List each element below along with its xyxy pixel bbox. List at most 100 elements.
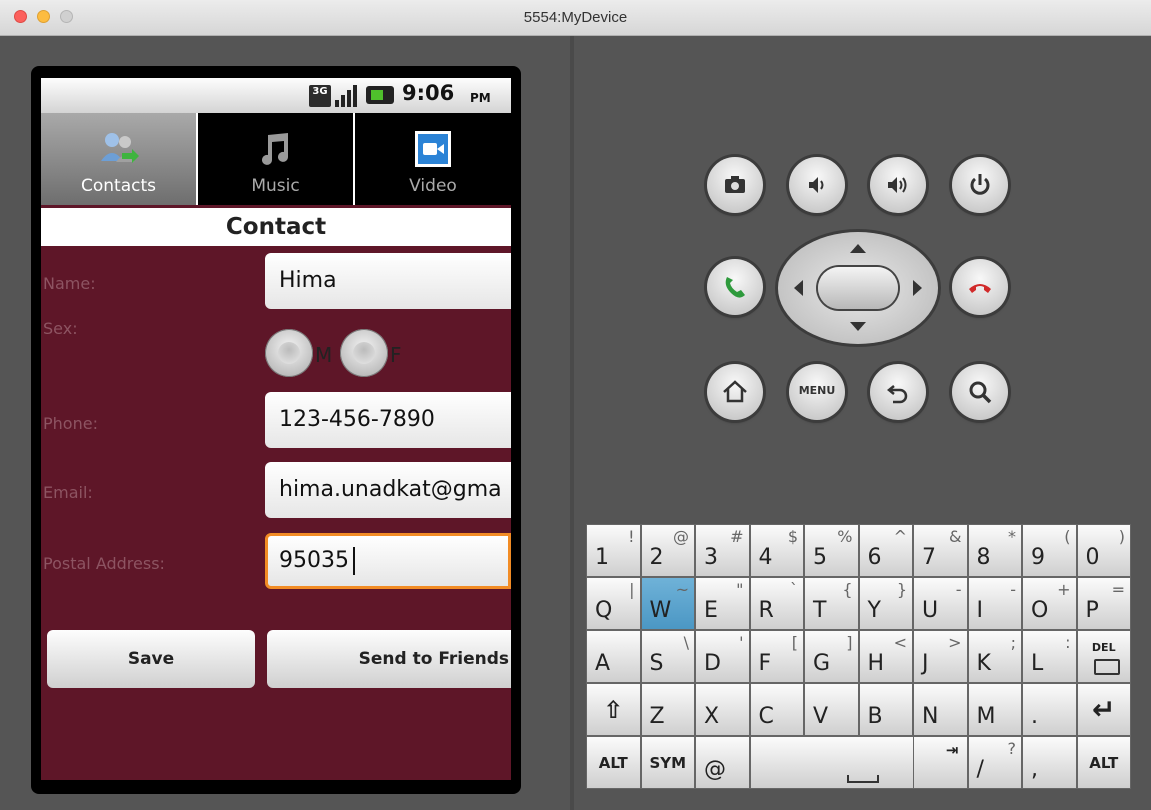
power-button[interactable] bbox=[952, 157, 1008, 213]
tab-key[interactable]: ⇥ bbox=[913, 736, 968, 789]
key-g[interactable]: G] bbox=[804, 630, 859, 683]
key-k[interactable]: K; bbox=[967, 630, 1022, 683]
key-p-label: P bbox=[1085, 598, 1099, 623]
key-0[interactable]: 0) bbox=[1076, 524, 1131, 577]
email-input[interactable]: hima.unadkat@gma bbox=[265, 462, 511, 518]
dpad-down-icon[interactable] bbox=[850, 322, 866, 331]
key-d[interactable]: D ' bbox=[695, 630, 750, 683]
key-t[interactable]: T{ bbox=[804, 577, 859, 630]
key-1-alt-label: ! bbox=[628, 527, 635, 546]
status-time: 9:06 bbox=[402, 81, 455, 105]
key-u-label: U bbox=[922, 598, 939, 623]
key-x[interactable]: X bbox=[695, 683, 750, 736]
volume-down-button[interactable] bbox=[789, 157, 845, 213]
key-z[interactable]: Z bbox=[640, 683, 695, 736]
key-i[interactable]: I- bbox=[967, 577, 1022, 630]
key-0-label: 0 bbox=[1085, 545, 1100, 570]
sex-radio-f[interactable] bbox=[340, 329, 388, 377]
dpad[interactable] bbox=[778, 232, 938, 344]
postal-address-input[interactable]: 95035 bbox=[265, 533, 511, 589]
name-input[interactable]: Hima bbox=[265, 253, 511, 309]
key-at[interactable]: @ bbox=[695, 736, 750, 789]
key-5[interactable]: 5% bbox=[804, 524, 859, 577]
key-p[interactable]: P = bbox=[1076, 577, 1131, 630]
sym-key[interactable]: SYM bbox=[640, 736, 695, 789]
key-s[interactable]: S \ bbox=[640, 630, 695, 683]
key-c-label: C bbox=[758, 704, 774, 729]
volume-up-button[interactable] bbox=[870, 157, 926, 213]
camera-button[interactable] bbox=[707, 157, 763, 213]
key-2[interactable]: 2 @ bbox=[640, 524, 695, 577]
key-a[interactable]: A bbox=[586, 630, 641, 683]
key-b[interactable]: B bbox=[858, 683, 913, 736]
alt-right-key-label: ALT bbox=[1089, 753, 1119, 772]
search-icon bbox=[969, 381, 992, 404]
key-period[interactable]: . bbox=[1022, 683, 1077, 736]
key-4[interactable]: 4 $ bbox=[749, 524, 804, 577]
key-9[interactable]: 9( bbox=[1022, 524, 1077, 577]
home-button[interactable] bbox=[707, 364, 763, 420]
dpad-center-button[interactable] bbox=[818, 267, 898, 309]
end-call-button[interactable] bbox=[952, 259, 1008, 315]
key-c[interactable]: C bbox=[749, 683, 804, 736]
sex-radio-m-label: M bbox=[315, 343, 333, 367]
key-j-label: J bbox=[922, 651, 929, 676]
tab-music[interactable]: Music bbox=[198, 113, 355, 205]
phone-call-icon bbox=[725, 277, 745, 298]
alt-right-key[interactable]: ALT bbox=[1076, 736, 1131, 789]
shift-key[interactable]: ⇧ bbox=[586, 683, 641, 736]
delete-key[interactable]: DEL bbox=[1076, 630, 1131, 683]
backspace-icon bbox=[1093, 659, 1120, 675]
phone-screen: 3G 9:06 PM Contacts Music Video Contact … bbox=[41, 78, 511, 780]
phone-input[interactable]: 123-456-7890 bbox=[265, 392, 511, 448]
key-v[interactable]: V bbox=[804, 683, 859, 736]
key-r[interactable]: R ` bbox=[749, 577, 804, 630]
key-l[interactable]: L: bbox=[1022, 630, 1077, 683]
key-v-label: V bbox=[813, 704, 829, 729]
key-7-label: 7 bbox=[922, 545, 936, 570]
key-n[interactable]: N bbox=[913, 683, 968, 736]
key-w[interactable]: W ~ bbox=[640, 577, 695, 630]
tab-video[interactable]: Video bbox=[355, 113, 511, 205]
key-3[interactable]: 3 # bbox=[695, 524, 750, 577]
dpad-left-icon[interactable] bbox=[794, 280, 803, 296]
tab-contacts[interactable]: Contacts bbox=[41, 113, 198, 205]
dpad-right-icon[interactable] bbox=[913, 280, 922, 296]
key-g-label: G bbox=[813, 651, 831, 676]
back-button[interactable] bbox=[870, 364, 926, 420]
send-to-friends-button[interactable]: Send to Friends bbox=[267, 630, 511, 688]
key-comma[interactable]: , bbox=[1022, 736, 1077, 789]
key-y[interactable]: Y} bbox=[858, 577, 913, 630]
enter-key[interactable]: ↵ bbox=[1076, 683, 1131, 736]
key-f[interactable]: F[ bbox=[749, 630, 804, 683]
phone-label: Phone: bbox=[43, 414, 98, 433]
save-button[interactable]: Save bbox=[47, 630, 255, 688]
dpad-up-icon[interactable] bbox=[850, 244, 866, 253]
key-f-alt-label: [ bbox=[791, 633, 798, 652]
key-1[interactable]: 1! bbox=[586, 524, 641, 577]
key-slash[interactable]: /? bbox=[967, 736, 1022, 789]
key-8[interactable]: 8 * bbox=[967, 524, 1022, 577]
key-7[interactable]: 7 & bbox=[913, 524, 968, 577]
key-6[interactable]: 6 ^ bbox=[858, 524, 913, 577]
search-button[interactable] bbox=[952, 364, 1008, 420]
key-h-label: H bbox=[867, 651, 885, 676]
key-o[interactable]: O + bbox=[1022, 577, 1077, 630]
text-cursor bbox=[353, 547, 355, 575]
key-4-alt-label: $ bbox=[787, 527, 798, 546]
tab-arrow-icon: ⇥ bbox=[945, 741, 959, 759]
key-i-alt-label: - bbox=[1010, 580, 1016, 599]
key-j[interactable]: J > bbox=[913, 630, 968, 683]
key-u[interactable]: U- bbox=[913, 577, 968, 630]
alt-key[interactable]: ALT bbox=[586, 736, 641, 789]
key-5-label: 5 bbox=[813, 545, 827, 570]
sex-radio-m[interactable] bbox=[265, 329, 313, 377]
key-l-label: L bbox=[1031, 651, 1044, 676]
call-button[interactable] bbox=[707, 259, 763, 315]
key-m[interactable]: M bbox=[967, 683, 1022, 736]
menu-button[interactable]: MENU bbox=[789, 364, 845, 420]
key-e[interactable]: E " bbox=[695, 577, 750, 630]
key-h[interactable]: H < bbox=[858, 630, 913, 683]
key-q[interactable]: Q | bbox=[586, 577, 641, 630]
tab-contacts-label: Contacts bbox=[81, 176, 156, 196]
